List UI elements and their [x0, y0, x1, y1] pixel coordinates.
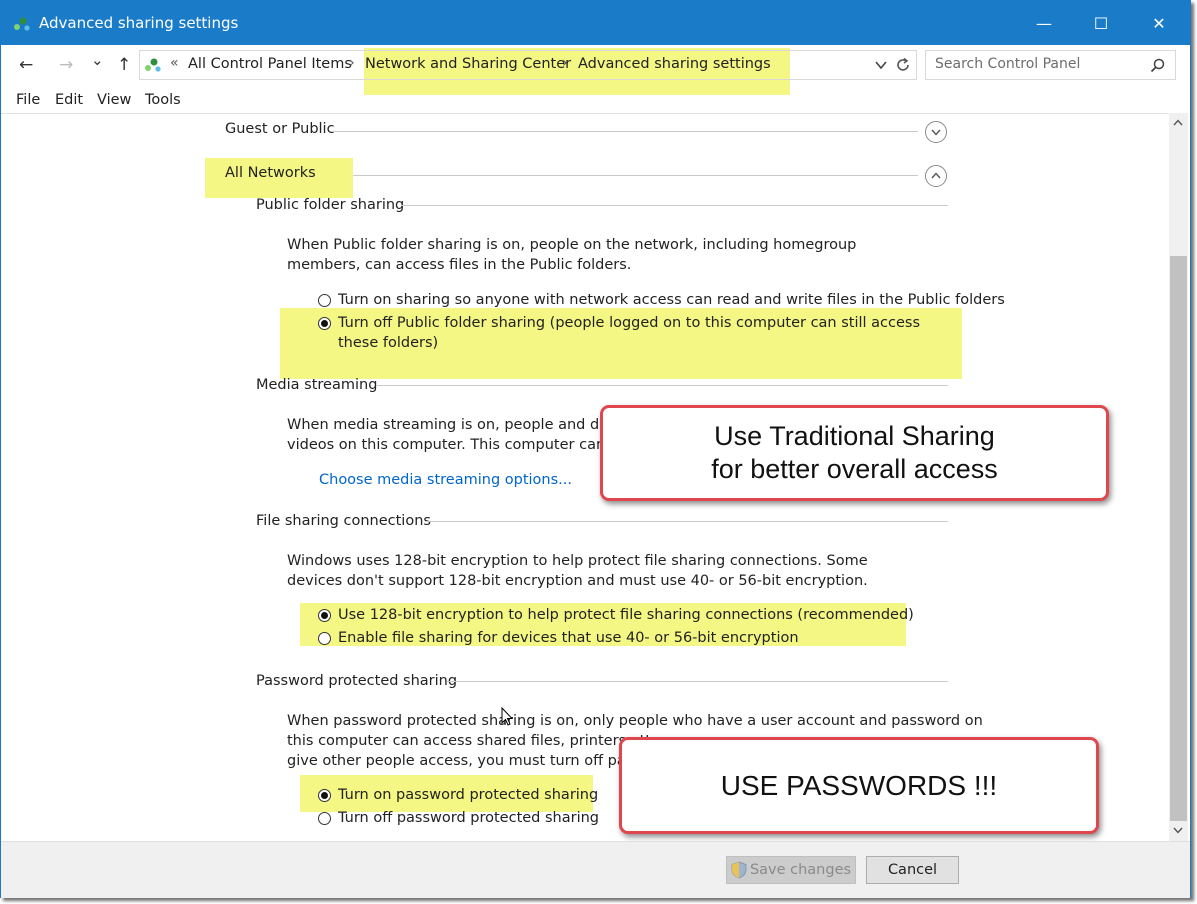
expand-button[interactable]: [925, 121, 947, 143]
search-input[interactable]: Search Control Panel: [925, 50, 1176, 80]
radio-label: Turn on password protected sharing: [338, 787, 599, 803]
radio-button-selected[interactable]: [318, 317, 331, 330]
password-sharing-heading: Password protected sharing: [256, 673, 458, 689]
divider: [447, 681, 948, 682]
radio-button[interactable]: [318, 812, 331, 825]
password-description-line3: give other people access, you must turn …: [287, 753, 662, 769]
address-bar[interactable]: « All Control Panel Items › Network and …: [139, 50, 917, 80]
password-on-option[interactable]: Turn on password protected sharing: [318, 785, 598, 805]
radio-label: Use 128-bit encryption to help protect f…: [338, 607, 914, 623]
refresh-icon[interactable]: [895, 57, 911, 73]
radio-button[interactable]: [318, 294, 331, 307]
breadcrumb-network-center[interactable]: Network and Sharing Center: [365, 56, 571, 72]
passwords-callout: USE PASSWORDS !!!: [619, 737, 1099, 834]
divider: [401, 205, 948, 206]
menu-bar: File Edit View Tools: [1, 87, 1190, 113]
public-folder-on-option[interactable]: Turn on sharing so anyone with network a…: [318, 290, 1005, 310]
radio-label: Enable file sharing for devices that use…: [338, 630, 799, 646]
maximize-button[interactable]: ☐: [1073, 1, 1129, 45]
window: Advanced sharing settings — ☐ ✕ ← → ⌄ ↑ …: [0, 0, 1191, 898]
divider: [377, 385, 948, 386]
scrollbar-thumb[interactable]: [1170, 256, 1187, 821]
chevron-down-icon: [931, 129, 941, 136]
menu-file[interactable]: File: [16, 92, 40, 108]
cancel-button[interactable]: Cancel: [866, 856, 959, 884]
forward-button[interactable]: →: [59, 55, 73, 75]
scroll-down-icon[interactable]: [1173, 827, 1183, 834]
breadcrumb-separator[interactable]: ›: [562, 55, 568, 71]
password-description-line1: When password protected sharing is on, o…: [287, 713, 983, 729]
callout-line: Use Traditional Sharing: [714, 421, 995, 451]
minimize-icon: —: [1036, 13, 1052, 33]
window-title: Advanced sharing settings: [39, 14, 239, 32]
media-description-line2: videos on this computer. This computer c…: [287, 437, 640, 453]
menu-edit[interactable]: Edit: [55, 92, 83, 108]
breadcrumb-separator[interactable]: ›: [349, 55, 355, 71]
media-description-line1: When media streaming is on, people and d…: [287, 417, 629, 433]
radio-button-selected[interactable]: [318, 609, 331, 622]
vertical-scrollbar[interactable]: [1169, 113, 1188, 841]
search-placeholder: Search Control Panel: [935, 56, 1081, 72]
breadcrumb-advanced-sharing[interactable]: Advanced sharing settings: [578, 56, 771, 72]
public-folder-description: When Public folder sharing is on, people…: [287, 237, 857, 273]
public-folder-heading: Public folder sharing: [256, 197, 405, 213]
minimize-button[interactable]: —: [1016, 1, 1072, 45]
control-panel-icon: [145, 58, 161, 72]
network-app-icon: [14, 17, 30, 31]
file-sharing-description: Windows uses 128-bit encryption to help …: [287, 553, 868, 589]
media-streaming-heading: Media streaming: [256, 377, 378, 393]
address-row: ← → ⌄ ↑ « All Control Panel Items › Netw…: [1, 45, 1190, 95]
recent-locations-dropdown[interactable]: ⌄: [91, 51, 104, 69]
callout-line: for better overall access: [711, 454, 998, 484]
radio-label: Turn off password protected sharing: [338, 810, 599, 826]
save-changes-button[interactable]: Save changes: [726, 856, 856, 884]
password-description-line2: this computer can access shared files, p…: [287, 733, 668, 749]
maximize-icon: ☐: [1093, 13, 1109, 33]
footer-bar: Save changes Cancel: [1, 841, 1190, 898]
title-bar: Advanced sharing settings — ☐ ✕: [1, 1, 1190, 45]
media-streaming-options-link[interactable]: Choose media streaming options...: [319, 472, 572, 488]
close-icon: ✕: [1152, 13, 1166, 33]
public-folder-off-option[interactable]: Turn off Public folder sharing (people l…: [318, 313, 928, 353]
save-changes-label: Save changes: [749, 862, 852, 878]
menu-view[interactable]: View: [97, 92, 131, 108]
radio-label: Turn off Public folder sharing (people l…: [338, 315, 921, 351]
encryption-128-option[interactable]: Use 128-bit encryption to help protect f…: [318, 605, 914, 625]
collapse-button[interactable]: [925, 165, 947, 187]
group-all-networks[interactable]: All Networks: [225, 165, 316, 181]
search-icon[interactable]: [1150, 58, 1165, 73]
divider: [353, 175, 918, 176]
password-off-option[interactable]: Turn off password protected sharing: [318, 808, 599, 828]
breadcrumb-overflow[interactable]: «: [170, 55, 179, 71]
radio-button[interactable]: [318, 632, 331, 645]
traditional-sharing-callout: Use Traditional Sharing for better overa…: [600, 405, 1109, 501]
radio-button-selected[interactable]: [318, 789, 331, 802]
scroll-up-icon[interactable]: [1173, 119, 1183, 126]
group-guest-public[interactable]: Guest or Public: [225, 121, 335, 137]
divider: [425, 521, 948, 522]
cancel-label: Cancel: [887, 862, 938, 878]
radio-label: Turn on sharing so anyone with network a…: [338, 292, 1005, 308]
close-button[interactable]: ✕: [1131, 1, 1187, 45]
file-sharing-heading: File sharing connections: [256, 513, 431, 529]
divider: [331, 131, 918, 132]
back-button[interactable]: ←: [19, 55, 33, 75]
chevron-up-icon: [931, 172, 941, 179]
callout-text: USE PASSWORDS !!!: [720, 769, 998, 801]
chevron-down-icon[interactable]: [875, 60, 887, 70]
encryption-40-56-option[interactable]: Enable file sharing for devices that use…: [318, 628, 799, 648]
mouse-cursor-icon: [501, 707, 513, 726]
up-button[interactable]: ↑: [117, 55, 131, 75]
uac-shield-icon: [731, 861, 747, 879]
breadcrumb-all-items[interactable]: All Control Panel Items: [188, 56, 352, 72]
menu-tools[interactable]: Tools: [145, 92, 181, 108]
